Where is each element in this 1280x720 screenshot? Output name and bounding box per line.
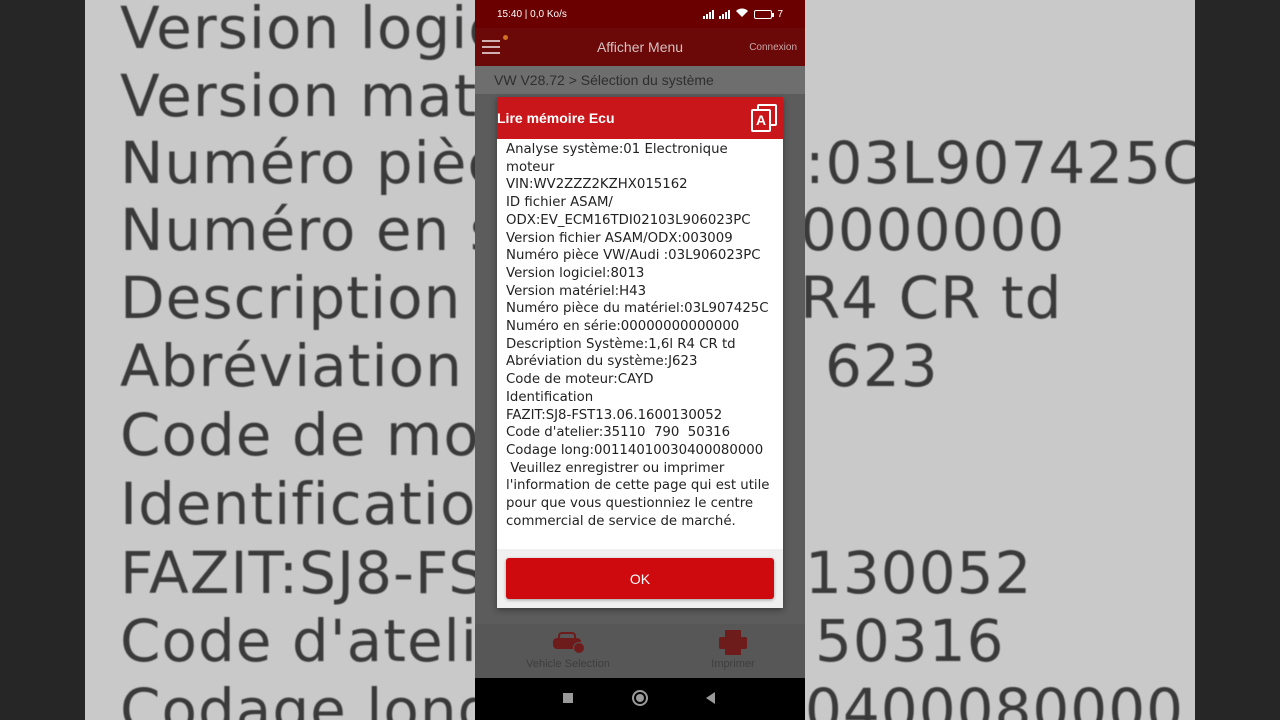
wifi-icon bbox=[735, 8, 749, 21]
system-nav-bar bbox=[475, 678, 805, 720]
info-line: Version fichier ASAM/ODX:003009 bbox=[506, 230, 733, 246]
info-line: pour que vous questionniez le centre bbox=[506, 496, 754, 512]
battery-level: 7 bbox=[777, 8, 783, 20]
info-line: Version logiciel:8013 bbox=[506, 265, 645, 281]
info-line: VIN:WV2ZZZ2KZHX015162 bbox=[506, 177, 688, 193]
dialog-header: Lire mémoire Ecu A bbox=[497, 97, 783, 139]
recents-icon[interactable] bbox=[563, 693, 573, 703]
bg-line: Version logici bbox=[120, 0, 519, 62]
copy-icon[interactable]: A bbox=[751, 104, 777, 132]
ecu-memory-dialog: Lire mémoire Ecu A Analyse système:01 El… bbox=[497, 97, 783, 608]
home-icon[interactable] bbox=[632, 690, 648, 706]
dialog-body: Analyse système:01 Electronique moteur V… bbox=[506, 141, 778, 546]
info-line: Version matériel:H43 bbox=[506, 283, 647, 299]
bg-line-right: 50316 bbox=[815, 607, 1005, 675]
info-line: ID fichier ASAM/ bbox=[506, 195, 613, 211]
copy-icon-letter: A bbox=[751, 109, 771, 132]
status-icons: 7 bbox=[703, 8, 783, 21]
bg-line-right: R4 CR td bbox=[800, 264, 1063, 332]
app-bar: Afficher Menu Connexion bbox=[475, 28, 805, 66]
signal-icon bbox=[703, 9, 715, 19]
printer-icon bbox=[716, 628, 750, 656]
status-bar: 15:40 | 0,0 Ko/s 7 bbox=[475, 0, 805, 28]
print-tab[interactable]: Imprimer bbox=[673, 628, 793, 670]
dialog-footer: OK bbox=[497, 549, 783, 608]
print-label: Imprimer bbox=[711, 658, 755, 670]
info-line: Numéro pièce VW/Audi :03L906023PC bbox=[506, 248, 761, 264]
ok-button[interactable]: OK bbox=[506, 558, 774, 599]
info-line: Analyse système:01 Electronique bbox=[506, 142, 728, 157]
info-line: Numéro en série:00000000000000 bbox=[506, 319, 740, 335]
bg-line-right: :03L907425C bbox=[805, 129, 1195, 197]
info-line: Numéro pièce du matériel:03L907425C bbox=[506, 301, 769, 317]
info-line: Codage long:00114010030400080000 bbox=[506, 442, 764, 458]
info-line: Code d'atelier:35110 790 50316 bbox=[506, 425, 731, 441]
breadcrumb: VW V28.72 > Sélection du système bbox=[475, 66, 805, 94]
dialog-title: Lire mémoire Ecu bbox=[497, 110, 615, 126]
info-line: ODX:EV_ECM16TDI02103L906023PC bbox=[506, 212, 751, 228]
bg-line-right: 623 bbox=[825, 332, 939, 400]
info-line: Identification bbox=[506, 389, 594, 405]
status-time: 15:40 | 0,0 Ko/s bbox=[497, 8, 567, 20]
back-icon[interactable] bbox=[706, 692, 715, 704]
info-line: Abréviation du système:J623 bbox=[506, 354, 698, 370]
info-line: Code de moteur:CAYD bbox=[506, 372, 654, 388]
bg-line-right: 0000000 bbox=[800, 196, 1066, 264]
bg-line: Identification bbox=[120, 470, 515, 538]
vehicle-selection-label: Vehicle Selection bbox=[526, 658, 610, 670]
info-line: Description Système:1,6l R4 CR td bbox=[506, 336, 736, 352]
battery-icon bbox=[754, 9, 775, 19]
info-line: FAZIT:SJ8-FST13.06.1600130052 bbox=[506, 407, 723, 423]
signal-icon-2 bbox=[719, 9, 731, 19]
screen: Version logici Version matér Numéro pièc… bbox=[0, 0, 1280, 720]
connexion-link[interactable]: Connexion bbox=[749, 42, 797, 53]
info-line: Veuillez enregistrer ou imprimer bbox=[506, 460, 725, 476]
info-line: l'information de cette page qui est util… bbox=[506, 478, 770, 494]
info-line: moteur bbox=[506, 159, 555, 175]
bottom-nav: Vehicle Selection Imprimer bbox=[475, 624, 805, 678]
bg-line: FAZIT:SJ8-FS bbox=[120, 539, 487, 607]
info-line: commercial de service de marché. bbox=[506, 513, 736, 529]
car-icon bbox=[551, 628, 585, 656]
vehicle-selection-tab[interactable]: Vehicle Selection bbox=[508, 628, 628, 670]
bg-line-right: 130052 bbox=[805, 539, 1033, 607]
bg-line-right: 0400080000 bbox=[805, 676, 1185, 720]
